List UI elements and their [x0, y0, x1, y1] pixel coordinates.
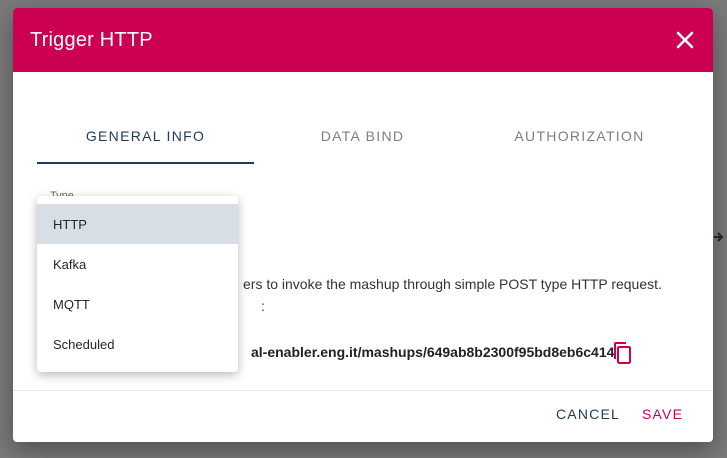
menu-item-scheduled[interactable]: Scheduled: [37, 324, 238, 364]
menu-item-kafka[interactable]: Kafka: [37, 244, 238, 284]
menu-item-mqtt[interactable]: MQTT: [37, 284, 238, 324]
save-button[interactable]: SAVE: [642, 406, 683, 428]
menu-item-http[interactable]: HTTP: [37, 204, 238, 244]
description-text: ers to invoke the mashup through simple …: [243, 276, 662, 292]
active-tab-indicator: [37, 162, 254, 164]
dialog-header: Trigger HTTP: [13, 8, 713, 72]
arrow-right-icon: [714, 232, 724, 242]
type-dropdown-menu: HTTP Kafka MQTT Scheduled: [37, 196, 238, 372]
tab-data-bind[interactable]: DATA BIND: [254, 108, 471, 164]
close-icon[interactable]: [673, 28, 697, 52]
endpoint-url: al-enabler.eng.it/mashups/649ab8b2300f95…: [251, 344, 615, 360]
tab-bar: GENERAL INFO DATA BIND AUTHORIZATION: [37, 108, 689, 164]
cancel-button[interactable]: CANCEL: [556, 406, 620, 428]
copy-icon[interactable]: [611, 341, 633, 365]
tab-general-info[interactable]: GENERAL INFO: [37, 108, 254, 164]
dialog-title: Trigger HTTP: [30, 29, 153, 51]
tab-authorization[interactable]: AUTHORIZATION: [471, 108, 688, 164]
footer-divider: [13, 390, 713, 391]
description-text-2: :: [261, 298, 265, 314]
